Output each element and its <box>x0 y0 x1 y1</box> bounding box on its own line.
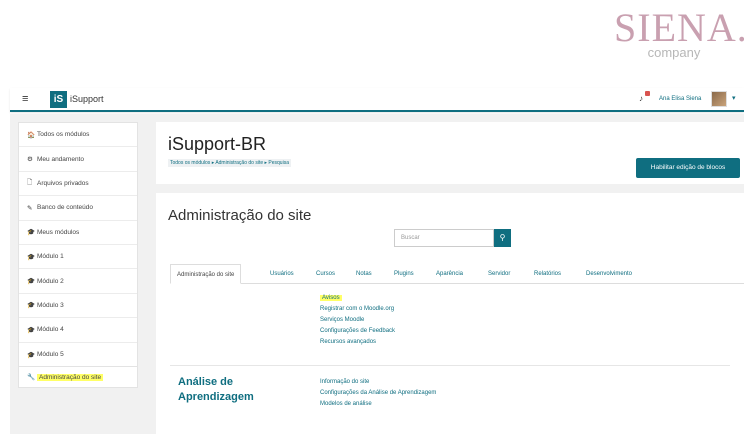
main-content: Administração do site Buscar ⚲ Administr… <box>156 193 744 434</box>
enable-block-editing-button[interactable]: Habilitar edição de blocos <box>636 158 740 178</box>
bell-icon[interactable]: ♪ <box>639 94 643 103</box>
sidebar-item-arquivos-privados[interactable]: 🗋 Arquivos privados <box>19 172 137 197</box>
search-icon[interactable]: ⚲ <box>494 229 511 247</box>
link-modelos-analise[interactable]: Modelos de análise <box>320 401 372 407</box>
wrench-icon: 🔧 <box>27 374 36 381</box>
sidebar-item-label: Módulo 4 <box>37 326 64 334</box>
link-config-analise[interactable]: Configurações da Análise de Aprendizagem <box>320 390 436 396</box>
graduation-icon: 🎓 <box>27 253 36 261</box>
site-title: iSupport-BR <box>168 134 267 154</box>
sidebar-item-label: Arquivos privados <box>37 179 89 187</box>
page-header: iSupport-BR Todos os módulos ▸ Administr… <box>156 122 744 184</box>
sidebar-item-todos-modulos[interactable]: 🏠 Todos os módulos <box>19 123 137 148</box>
sidebar-item-label: Banco de conteúdo <box>37 204 94 212</box>
menu-icon[interactable]: ≡ <box>22 93 28 105</box>
sidebar-item-label: Administração do site <box>37 373 104 381</box>
breadcrumb[interactable]: Todos os módulos ▸ Administração do site… <box>168 159 291 167</box>
pencil-icon: ✎ <box>27 204 33 212</box>
sidebar-item-label: Módulo 3 <box>37 301 64 309</box>
graduation-icon: 🎓 <box>27 326 36 334</box>
sidebar-item-label: Todos os módulos <box>37 131 90 139</box>
link-config-feedback[interactable]: Configurações de Feedback <box>320 328 395 334</box>
sidebar-item-modulo-3[interactable]: 🎓 Módulo 3 <box>19 294 137 319</box>
home-icon: 🏠 <box>27 131 36 139</box>
sidebar-item-modulo-4[interactable]: 🎓 Módulo 4 <box>19 318 137 343</box>
sidebar-item-meu-andamento[interactable]: ⚙ Meu andamento <box>19 147 137 172</box>
sidebar-item-label: Módulo 5 <box>37 351 64 359</box>
avatar[interactable] <box>711 91 727 107</box>
app-logo[interactable]: iS <box>50 91 67 108</box>
tab-administracao[interactable]: Administração do site <box>170 264 242 284</box>
search-input[interactable]: Buscar <box>394 229 494 247</box>
sidebar-item-modulo-2[interactable]: 🎓 Módulo 2 <box>19 269 137 294</box>
brand-name: SIENA. <box>614 5 744 50</box>
sidebar-item-modulo-5[interactable]: 🎓 Módulo 5 <box>19 343 137 367</box>
tab-plugins[interactable]: Plugins <box>394 264 414 284</box>
sidebar-nav: 🏠 Todos os módulos ⚙ Meu andamento 🗋 Arq… <box>18 122 138 368</box>
graduation-icon: 🎓 <box>27 302 36 310</box>
graduation-icon: 🎓 <box>27 229 36 237</box>
notification-badge <box>645 91 650 96</box>
tab-usuarios[interactable]: Usuários <box>270 264 294 284</box>
section-divider <box>170 365 730 366</box>
chevron-down-icon[interactable]: ▾ <box>732 94 736 102</box>
sidebar-item-banco-conteudo[interactable]: ✎ Banco de conteúdo <box>19 196 137 221</box>
graduation-icon: 🎓 <box>27 351 36 359</box>
sidebar-item-label: Meu andamento <box>37 155 84 163</box>
siena-logo: SIENA. company <box>614 5 744 60</box>
sidebar-item-label: Módulo 2 <box>37 277 64 285</box>
link-registrar-moodle[interactable]: Registrar com o Moodle.org <box>320 306 394 312</box>
section-title-analise[interactable]: Análise de Aprendizagem <box>178 375 278 405</box>
link-servicos-moodle[interactable]: Serviços Moodle <box>320 317 364 323</box>
tab-desenvolvimento[interactable]: Desenvolvimento <box>586 264 632 284</box>
tab-notas[interactable]: Notas <box>356 264 372 284</box>
app-name[interactable]: iSupport <box>70 94 104 104</box>
sidebar-item-modulo-1[interactable]: 🎓 Módulo 1 <box>19 245 137 270</box>
tab-servidor[interactable]: Servidor <box>488 264 510 284</box>
tab-relatorios[interactable]: Relatórios <box>534 264 561 284</box>
link-avisos[interactable]: Avisos <box>320 295 342 301</box>
tab-cursos[interactable]: Cursos <box>316 264 335 284</box>
graduation-icon: 🎓 <box>27 278 36 286</box>
top-navbar: ≡ iS iSupport ♪ Ana Elisa Siena ▾ <box>10 88 744 112</box>
user-name[interactable]: Ana Elisa Siena <box>659 96 701 102</box>
page-title: Administração do site <box>168 207 312 224</box>
tab-aparencia[interactable]: Aparência <box>436 264 463 284</box>
sidebar-item-administracao[interactable]: 🔧 Administração do site <box>18 366 138 388</box>
file-icon: 🗋 <box>27 178 33 186</box>
sidebar-item-label: Módulo 1 <box>37 253 64 261</box>
link-recursos-avancados[interactable]: Recursos avançados <box>320 339 376 345</box>
sidebar-item-label: Meus módulos <box>37 228 80 236</box>
dashboard-icon: ⚙ <box>27 156 33 164</box>
link-informacao-site[interactable]: Informação do site <box>320 379 369 385</box>
sidebar-item-meus-modulos[interactable]: 🎓 Meus módulos <box>19 221 137 245</box>
admin-tabs: Administração do site Usuários Cursos No… <box>170 264 744 284</box>
